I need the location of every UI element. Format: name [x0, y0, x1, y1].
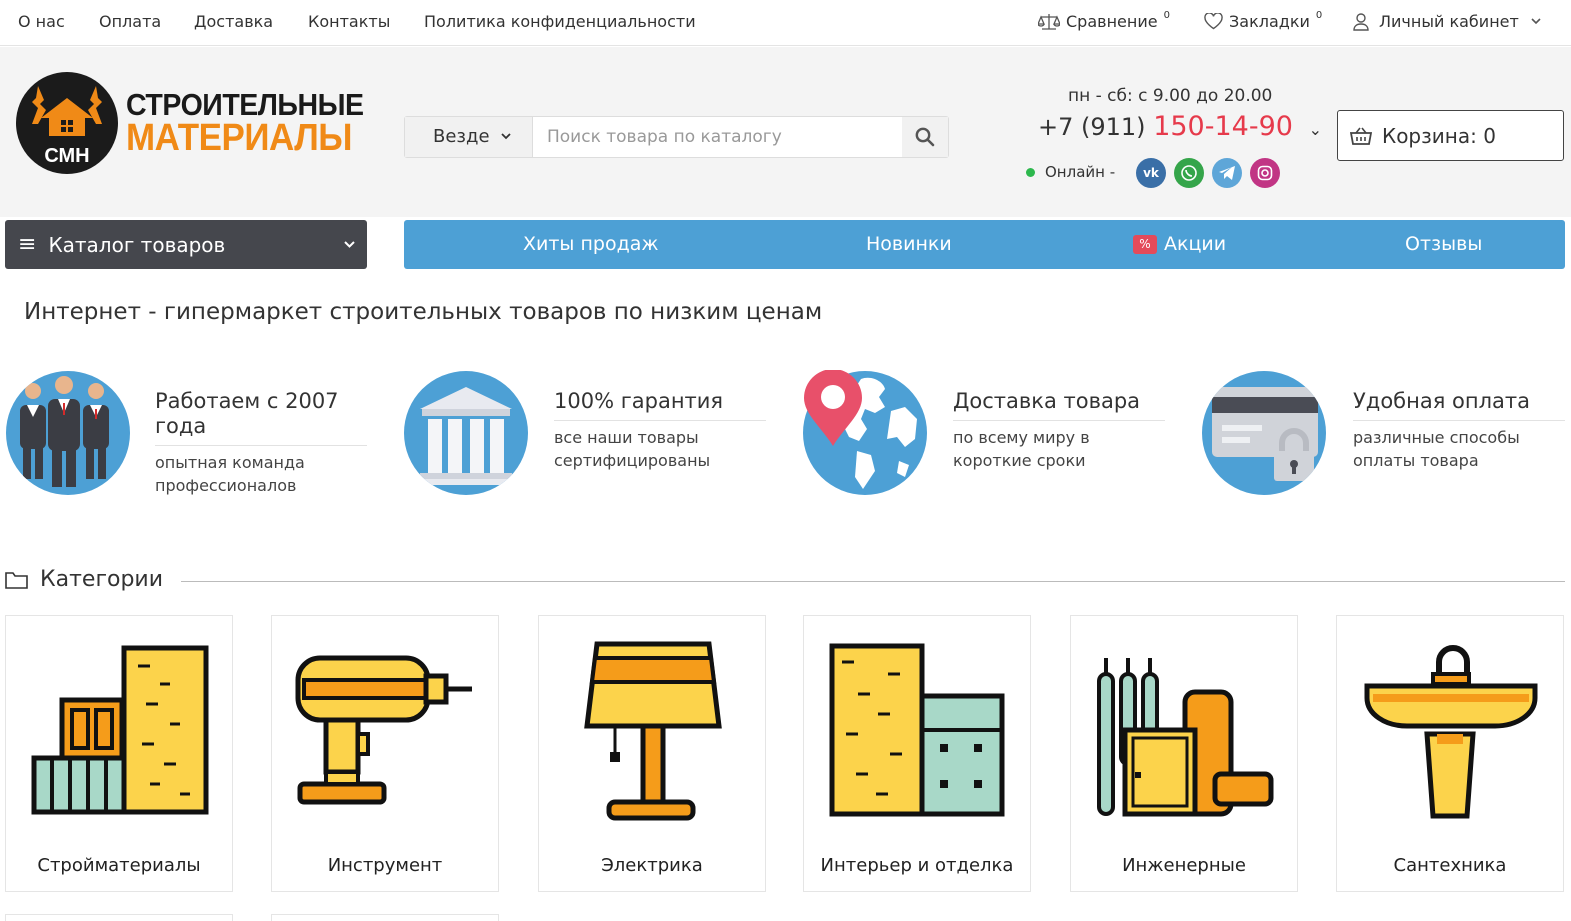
site-header: СМН СТРОИТЕЛЬНЫЕ МАТЕРИАЛЫ Везде пн - сб… — [0, 47, 1571, 217]
user-icon — [1353, 12, 1369, 31]
phone-prefix: +7 (911) — [1038, 113, 1146, 141]
feature-title: Доставка товара — [953, 389, 1141, 413]
nav-promotions-label: Акции — [1164, 233, 1227, 255]
online-dot-icon — [1026, 167, 1035, 177]
menu-icon: ≡ — [18, 232, 37, 257]
compare-label: Сравнение — [1066, 12, 1158, 31]
search-icon — [915, 127, 935, 147]
categories-heading: Категории — [5, 567, 163, 592]
chevron-down-icon — [501, 133, 511, 140]
account-link[interactable]: Личный кабинет — [1353, 12, 1541, 31]
logo-line2: МАТЕРИАЛЫ — [126, 117, 353, 159]
engineering-pipes-icon — [1097, 658, 1274, 817]
top-link-privacy[interactable]: Политика конфиденциальности — [424, 12, 696, 31]
percent-icon: % — [1133, 235, 1157, 254]
sink-icon — [1364, 645, 1538, 819]
search-button[interactable] — [902, 117, 948, 157]
scales-icon — [1038, 13, 1060, 30]
top-bar: О нас Оплата Доставка Контакты Политика … — [0, 0, 1571, 46]
interior-panels-icon — [829, 643, 1005, 817]
feature-title: Удобная оплата — [1353, 389, 1530, 413]
cart-label: Корзина: 0 — [1382, 123, 1496, 148]
heart-icon — [1204, 13, 1223, 30]
page-tagline: Интернет - гипермаркет строительных това… — [24, 299, 823, 325]
catalog-label: Каталог товаров — [48, 232, 226, 257]
team-icon — [6, 371, 130, 495]
feature-title: 100% гарантия — [554, 389, 724, 413]
compare-link[interactable]: Сравнение 0 — [1038, 10, 1170, 31]
online-label: Онлайн - — [1045, 163, 1116, 181]
credit-card-lock-icon — [1202, 371, 1326, 495]
feature-divider — [953, 420, 1165, 421]
phone-number[interactable]: +7 (911) 150-14-90 ⌄ — [1038, 111, 1322, 142]
feature-desc: опытная команда профессионалов — [155, 453, 305, 495]
drill-icon — [295, 655, 472, 805]
category-card[interactable]: Сантехника — [1336, 615, 1564, 892]
top-link-payment[interactable]: Оплата — [99, 12, 161, 31]
category-label: Электрика — [601, 855, 703, 876]
bookmarks-count: 0 — [1315, 10, 1323, 21]
basket-icon — [1350, 127, 1372, 145]
lamp-icon — [584, 641, 722, 821]
feature-divider — [1353, 420, 1565, 421]
chevron-down-icon[interactable]: ⌄ — [1309, 120, 1322, 139]
search-input[interactable] — [535, 117, 901, 157]
bookmarks-link[interactable]: Закладки 0 — [1204, 10, 1323, 31]
compare-count: 0 — [1163, 10, 1170, 21]
logo-monogram: СМН — [44, 145, 89, 167]
logo-emblem-icon: СМН — [32, 86, 102, 167]
nav-bestsellers[interactable]: Хиты продаж — [523, 233, 658, 255]
category-label: Интерьер и отделка — [820, 855, 1014, 876]
bookmarks-label: Закладки — [1229, 12, 1310, 31]
category-card[interactable]: Инженерные — [1070, 615, 1298, 892]
bank-building-icon — [404, 371, 528, 495]
category-card[interactable]: Стройматериалы — [5, 615, 233, 892]
phone-main: 150-14-90 — [1153, 111, 1293, 142]
top-link-contacts[interactable]: Контакты — [308, 12, 390, 31]
feature-desc: различные способы оплаты товара — [1353, 428, 1520, 470]
feature-desc: по всему миру в короткие сроки — [953, 428, 1090, 470]
category-card[interactable]: Инструмент — [271, 615, 499, 892]
telegram-icon[interactable] — [1212, 158, 1242, 188]
building-materials-icon — [31, 645, 209, 815]
category-card[interactable]: Интерьер и отделка — [803, 615, 1031, 892]
location-pin-icon — [804, 370, 862, 446]
whatsapp-icon[interactable] — [1174, 158, 1204, 188]
top-link-about[interactable]: О нас — [18, 12, 65, 31]
vk-icon[interactable]: vk — [1136, 158, 1166, 188]
category-label: Инженерные — [1122, 855, 1246, 876]
categories-title: Категории — [40, 567, 164, 592]
chevron-down-icon — [1531, 18, 1541, 25]
cart-button[interactable]: Корзина: 0 — [1337, 110, 1564, 161]
nav-promotions[interactable]: % Акции — [1133, 233, 1226, 255]
nav-reviews[interactable]: Отзывы — [1405, 233, 1482, 255]
feature-divider — [554, 420, 766, 421]
category-label: Инструмент — [327, 855, 443, 876]
main-nav: Хиты продаж Новинки % Акции Отзывы — [404, 220, 1565, 269]
top-link-delivery[interactable]: Доставка — [194, 12, 273, 31]
category-card-partial — [5, 914, 233, 921]
account-label: Личный кабинет — [1379, 12, 1519, 31]
category-label: Сантехника — [1393, 855, 1507, 876]
nav-new[interactable]: Новинки — [866, 233, 952, 255]
search-scope-value: Везде — [433, 126, 490, 147]
feature-title: Работаем с 2007 года — [155, 389, 339, 438]
category-label: Стройматериалы — [37, 855, 201, 876]
instagram-icon[interactable] — [1250, 158, 1280, 188]
working-hours: пн - сб: с 9.00 до 20.00 — [1068, 86, 1273, 106]
feature-desc: все наши товары сертифицированы — [554, 428, 711, 470]
category-card[interactable]: Электрика — [538, 615, 766, 892]
feature-divider — [155, 445, 367, 446]
catalog-menu-button[interactable]: ≡ Каталог товаров — [5, 220, 367, 269]
folder-icon — [5, 571, 28, 589]
section-divider — [181, 581, 1565, 582]
search-bar: Везде — [404, 116, 949, 158]
search-scope-select[interactable]: Везде — [405, 117, 533, 157]
online-status: Онлайн - — [1026, 163, 1115, 181]
logo[interactable]: СМН — [16, 72, 118, 174]
chevron-down-icon — [344, 241, 355, 248]
category-card-partial — [271, 914, 499, 921]
